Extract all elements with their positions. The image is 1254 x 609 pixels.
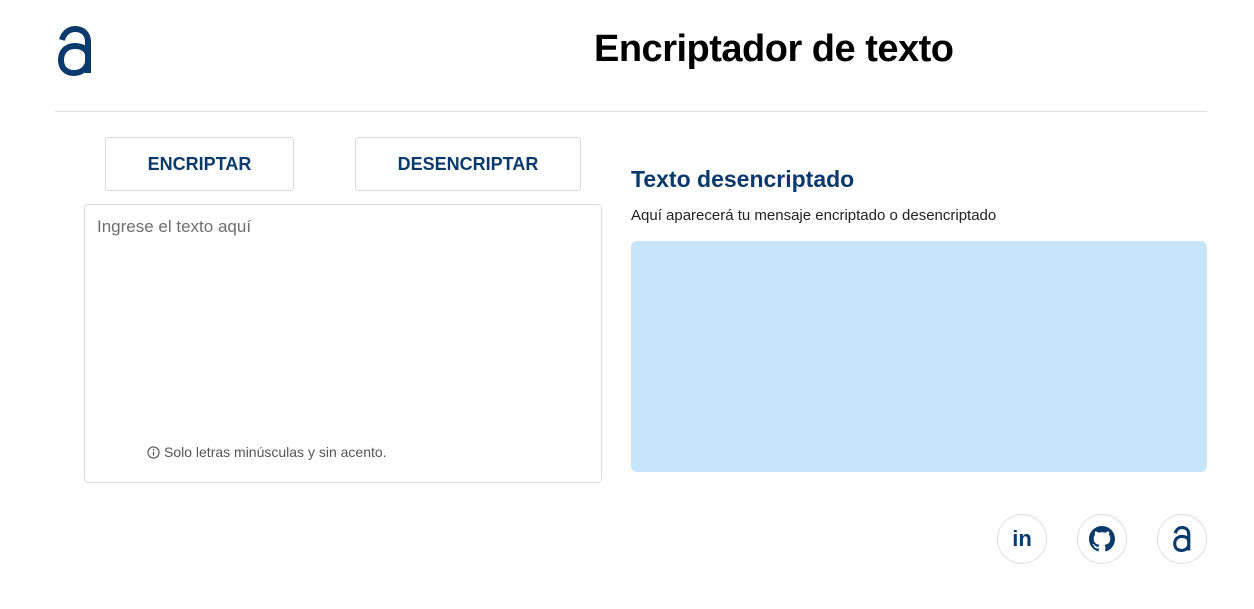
github-icon [1089, 526, 1115, 552]
text-input[interactable] [85, 205, 601, 482]
page-title: Encriptador de texto [594, 28, 954, 70]
output-title: Texto desencriptado [631, 166, 855, 192]
header-divider [55, 111, 1207, 112]
encrypt-button[interactable]: ENCRIPTAR [105, 137, 294, 191]
alura-button[interactable] [1157, 514, 1207, 564]
output-box [631, 241, 1207, 472]
github-button[interactable] [1077, 514, 1127, 564]
linkedin-icon: in [1012, 526, 1032, 551]
decrypt-button[interactable]: DESENCRIPTAR [355, 137, 581, 191]
input-hint: Solo letras minúsculas y sin acento. [147, 444, 387, 460]
linkedin-button[interactable]: in [997, 514, 1047, 564]
output-subtitle: Aquí aparecerá tu mensaje encriptado o d… [631, 207, 997, 224]
input-panel: Solo letras minúsculas y sin acento. [84, 204, 602, 483]
alura-icon [1173, 526, 1191, 552]
alura-logo-icon[interactable] [56, 26, 94, 76]
info-icon [147, 445, 160, 459]
hint-text: Solo letras minúsculas y sin acento. [164, 444, 387, 460]
